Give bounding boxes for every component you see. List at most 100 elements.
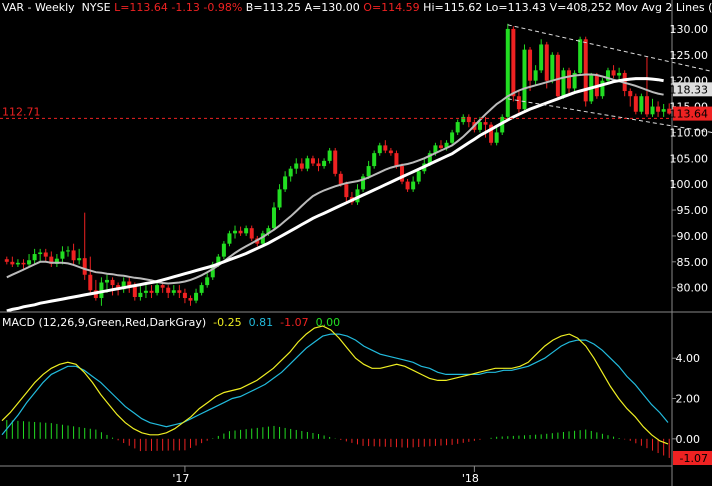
candle-body — [583, 39, 588, 102]
candle-body — [400, 166, 405, 182]
candle-body — [656, 106, 661, 112]
candle-body — [555, 54, 560, 97]
candle-body — [516, 96, 521, 110]
candle-body — [477, 122, 482, 130]
candle-body — [327, 150, 332, 161]
candle-body — [394, 153, 399, 167]
candle-body — [550, 54, 555, 81]
candle-body — [567, 70, 572, 89]
macd-tick-label: 4.00 — [676, 352, 701, 365]
candle-body — [233, 230, 238, 234]
candle-body — [88, 274, 93, 291]
last-price-label: 113.64 — [670, 108, 709, 121]
candle-body — [4, 259, 9, 262]
macd-hist-box-label: -1.07 — [680, 452, 708, 465]
candle-body — [32, 254, 37, 261]
candle-body — [132, 286, 137, 297]
open: O=114.59 — [363, 1, 420, 14]
bid: B=113.25 — [245, 1, 302, 14]
candle-body — [277, 189, 282, 208]
ask: A=130.00 — [304, 1, 360, 14]
x-tick-label: '18 — [462, 472, 479, 485]
candle-body — [27, 260, 32, 265]
candle-body — [511, 28, 516, 97]
price-tick-label: 105.00 — [670, 152, 709, 165]
axes: 130.00125.00120.00115.00110.00105.00100.… — [0, 0, 712, 486]
candle-body — [455, 122, 460, 133]
candle-body — [450, 132, 455, 143]
candle-body — [522, 49, 527, 110]
candle-body — [71, 250, 76, 261]
volume: V=408,252 — [549, 1, 612, 14]
change: -1.13 — [171, 1, 200, 14]
candle-body — [21, 262, 26, 265]
candle-body — [143, 290, 148, 293]
candle-body — [238, 230, 243, 234]
hist-value: -1.07 — [280, 316, 309, 329]
candle-body — [249, 228, 254, 239]
reference-line-label: 112.71 — [2, 105, 41, 118]
candle-body — [66, 250, 71, 252]
macd-label: MACD (12,26,9,Green,Red,DarkGray) — [2, 316, 207, 329]
macd-tick-label: 2.00 — [676, 393, 701, 406]
macd-header: MACD (12,26,9,Green,Red,DarkGray) -0.25 … — [2, 316, 340, 329]
signal-line — [1, 333, 669, 436]
candle-body — [283, 176, 288, 190]
price-tick-label: 130.00 — [670, 23, 709, 36]
candle-body — [494, 132, 499, 143]
candle-body — [299, 163, 304, 169]
candle-body — [177, 290, 182, 293]
symbol: VAR — [2, 1, 24, 14]
candle-body — [438, 145, 443, 148]
candle-body — [366, 166, 371, 177]
price-header: VAR - Weekly NYSE L=113.64 -1.13 -0.98% … — [2, 1, 712, 14]
candle-body — [505, 28, 510, 117]
candle-body — [539, 44, 544, 71]
candle-body — [416, 171, 421, 182]
study-label: Mov Avg 2 Lines (Clo — [615, 1, 712, 14]
candle-body — [561, 70, 566, 97]
macd-tick-label: 0.00 — [676, 433, 701, 446]
price-tick-label: 90.00 — [677, 230, 709, 243]
zero-value: 0.00 — [315, 316, 341, 329]
candle-body — [43, 252, 48, 257]
candle-body — [661, 109, 666, 112]
candle-body — [466, 116, 471, 123]
candle-body — [644, 96, 649, 115]
candle-body — [305, 158, 310, 169]
candle-body — [60, 251, 65, 259]
candle-body — [383, 145, 388, 151]
candle-body — [244, 228, 249, 234]
candle-body — [271, 207, 276, 229]
candle-body — [322, 160, 327, 167]
candle-body — [199, 285, 204, 293]
low: Lo=113.43 — [485, 1, 547, 14]
candle-body — [333, 150, 338, 174]
price-tick-label: 110.00 — [670, 126, 709, 139]
candle-body — [617, 72, 622, 76]
signal-value: 0.81 — [248, 316, 274, 329]
candle-body — [110, 279, 115, 286]
candle-body — [160, 285, 165, 288]
price-panel: 112.71 — [0, 23, 712, 313]
candle-body — [166, 287, 171, 293]
candle-body — [77, 258, 82, 261]
candle-body — [82, 258, 87, 275]
sma-slow-line — [6, 77, 664, 313]
sma-fast-line — [6, 73, 664, 285]
price-tick-label: 85.00 — [677, 256, 709, 269]
candle-body — [182, 292, 187, 299]
candle-body — [288, 168, 293, 177]
candle-body — [483, 122, 488, 125]
macd-panel — [1, 325, 670, 458]
macd-value: -0.25 — [213, 316, 242, 329]
candle-body — [372, 153, 377, 167]
high: Hi=115.62 — [423, 1, 483, 14]
candle-body — [405, 181, 410, 190]
candle-body — [344, 184, 349, 198]
candle-body — [388, 150, 393, 154]
ma-value-label: 118.33 — [670, 83, 709, 96]
price-tick-label: 100.00 — [670, 178, 709, 191]
candle-body — [149, 290, 154, 293]
candle-body — [377, 145, 382, 154]
